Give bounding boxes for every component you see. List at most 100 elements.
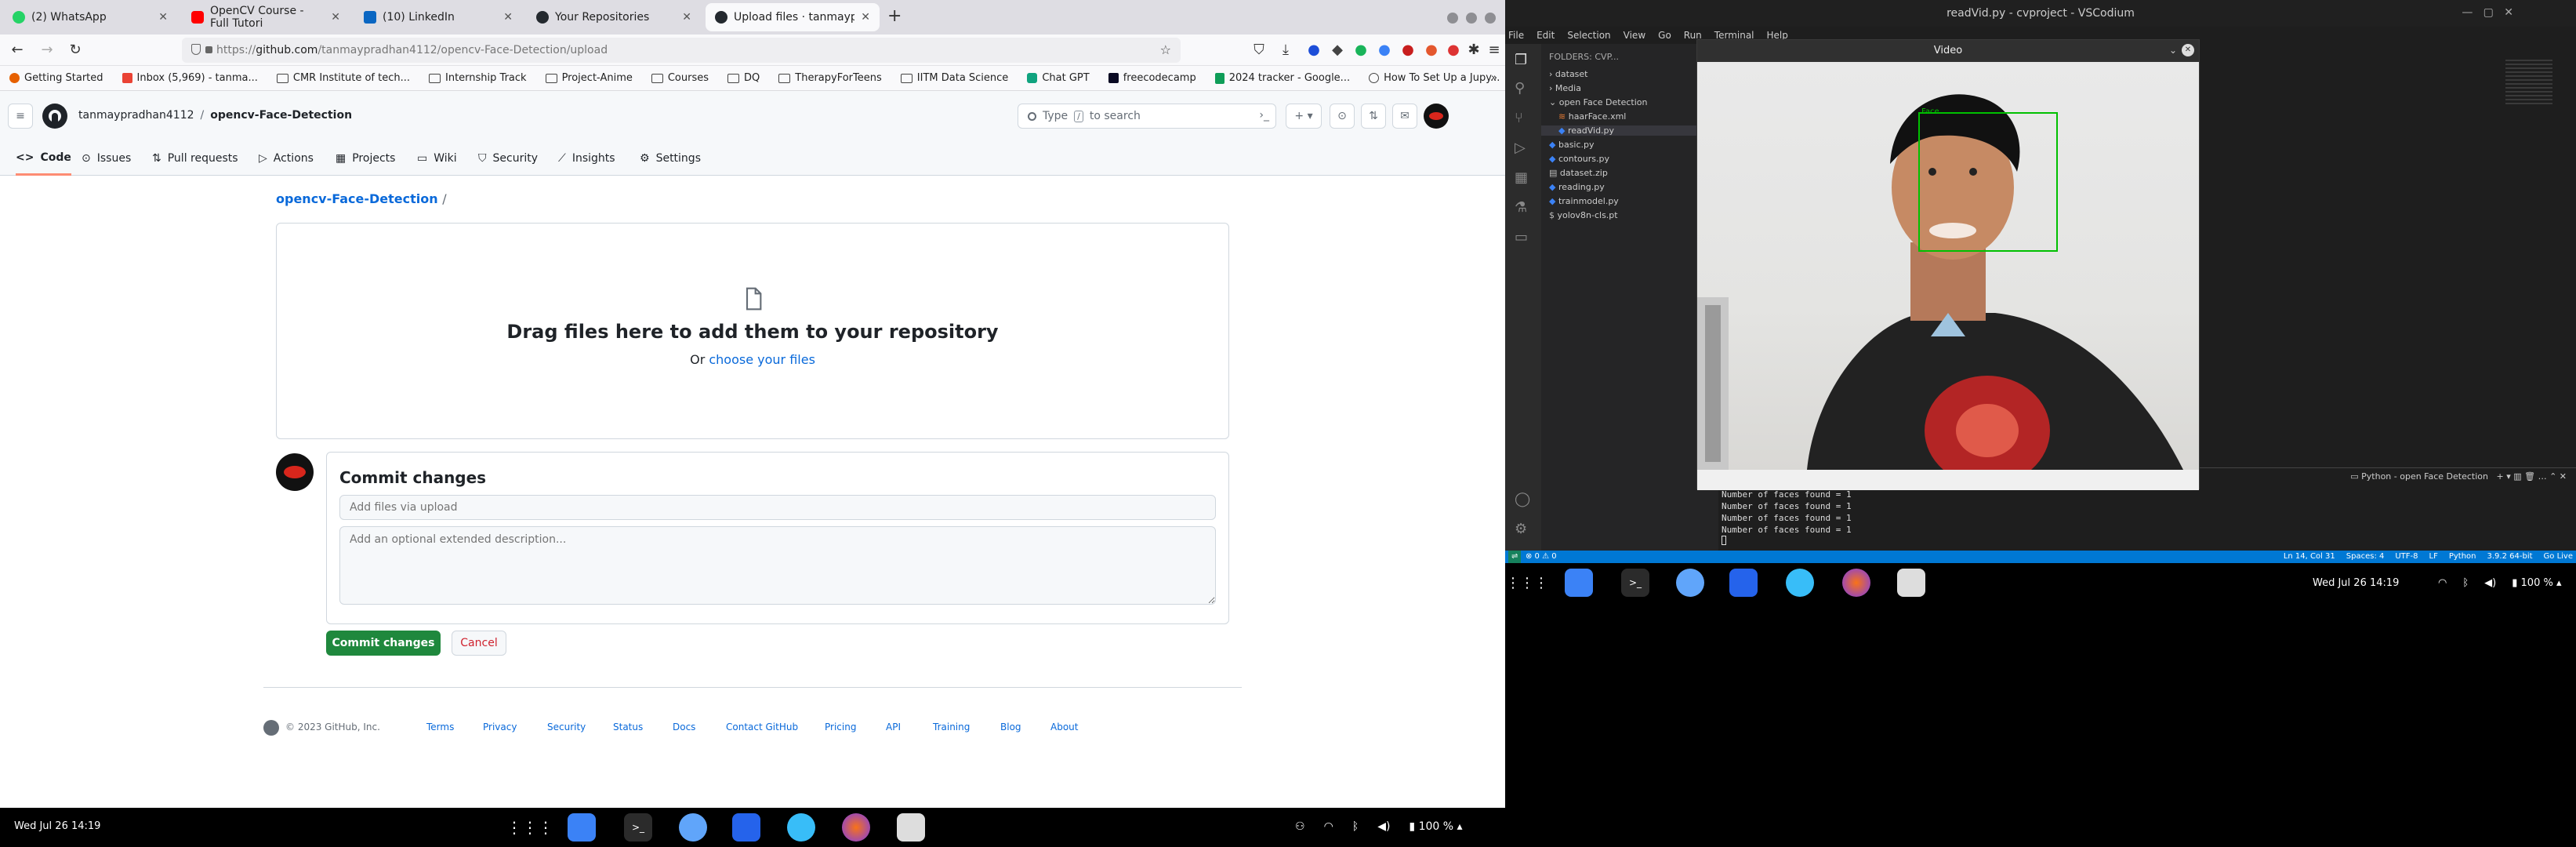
new-tab-button[interactable]: + [887,6,902,26]
bookmark-folder[interactable]: Project-Anime [545,72,633,84]
tree-item[interactable]: ≋ haarFace.xml [1558,111,1626,122]
avatar[interactable] [1424,104,1449,129]
bookmark-item[interactable]: Getting Started [9,72,103,84]
tab-security[interactable]: ⛉ Security [478,141,538,176]
tab-whatsapp[interactable]: (2) WhatsApp ✕ [3,3,177,31]
line-ending[interactable]: LF [2429,551,2438,563]
github-logo-icon[interactable] [42,104,67,129]
system-tray[interactable]: ◠ ᛒ ◀) ▮ 100 % ▴ [2438,577,2562,589]
settings-app-icon[interactable] [679,813,707,842]
explorer-icon[interactable]: ❐ [1515,52,1527,68]
tree-item-selected[interactable]: ◆ readVid.py [1541,125,1718,136]
inbox-icon[interactable]: ✉ [1392,104,1417,129]
bookmark-item[interactable]: Chat GPT [1027,72,1090,84]
indentation[interactable]: Spaces: 4 [2346,551,2385,563]
extension-icon[interactable]: ● [1306,42,1322,58]
maximize-button[interactable] [1466,13,1477,24]
search-input[interactable]: Type / to search ›_ [1018,104,1276,129]
forward-icon[interactable]: → [39,42,55,58]
video-window[interactable]: Video ⌄ ✕ Face [1696,39,2200,490]
downloads-icon[interactable]: ⤓ [1278,42,1293,58]
bookmark-folder[interactable]: IITM Data Science [900,72,1008,84]
vscodium-app-icon[interactable] [1897,569,1925,597]
pull-requests-icon[interactable]: ⇅ [1361,104,1386,129]
bookmark-folder[interactable]: CMR Institute of tech... [276,72,410,84]
footer-link-api[interactable]: API [886,722,901,732]
cursor-position[interactable]: Ln 14, Col 31 [2284,551,2335,563]
commit-description-textarea[interactable] [339,526,1216,605]
repo-owner-link[interactable]: tanmaypradhan4112 [78,109,194,122]
interpreter[interactable]: 3.9.2 64-bit [2487,551,2533,563]
close-icon[interactable]: ✕ [503,11,513,24]
bookmark-item[interactable]: Inbox (5,969) - tanma... [122,72,258,84]
messaging-app-icon[interactable] [1729,569,1758,597]
terminal-header[interactable]: ▭ Python - open Face Detection + ▾ ▥ 🗑 …… [2350,468,2567,485]
terminal-output[interactable]: Number of faces found = 1 Number of face… [1722,489,1852,545]
bookmark-folder[interactable]: Internship Track [429,72,527,84]
close-icon[interactable]: ✕ [331,11,340,24]
tab-wiki[interactable]: ▭ Wiki [417,141,457,176]
tree-item[interactable]: › Media [1549,83,1581,93]
footer-link-training[interactable]: Training [933,722,970,732]
footer-link-blog[interactable]: Blog [1000,722,1021,732]
github-mark-icon[interactable] [263,720,279,736]
menu-edit[interactable]: Edit [1537,30,1555,41]
app-grid-icon[interactable]: ⋮⋮⋮ [506,813,553,842]
browser-app-icon[interactable] [787,813,815,842]
footer-link-security[interactable]: Security [547,722,586,732]
file-manager-icon[interactable] [1565,569,1593,597]
window-controls[interactable]: — ▢ ✕ [2462,6,2513,19]
tree-item[interactable]: ◆ contours.py [1549,154,1609,164]
terminal-icon[interactable]: >_ [1621,569,1649,597]
pocket-icon[interactable]: ⛉ [1251,42,1267,58]
taskbar-clock[interactable]: Wed Jul 26 14:19 [14,820,100,832]
menu-icon[interactable]: ≡ [1486,42,1502,58]
back-icon[interactable]: ← [9,42,25,58]
gear-icon[interactable]: ⚙ [1515,521,1527,537]
repo-name-link[interactable]: opencv-Face-Detection [210,109,352,122]
close-icon[interactable]: ✕ [158,11,168,24]
tree-item[interactable]: ◆ trainmodel.py [1549,196,1619,206]
minimap[interactable] [2505,60,2552,107]
commit-message-input[interactable] [339,495,1216,520]
footer-link-privacy[interactable]: Privacy [483,722,517,732]
more-bookmarks-icon[interactable]: » [1491,72,1497,84]
close-icon[interactable]: ✕ [682,11,691,24]
tab-issues[interactable]: ⊙ Issues [82,141,131,176]
menu-selection[interactable]: Selection [1567,30,1610,41]
commit-changes-button[interactable]: Commit changes [326,631,441,656]
url-bar[interactable]: https://github.com/tanmaypradhan4112/ope… [182,38,1181,63]
extension-icon[interactable]: ● [1377,42,1392,58]
remote-icon[interactable]: ⇌ [1508,551,1522,563]
footer-link-docs[interactable]: Docs [673,722,695,732]
encoding[interactable]: UTF-8 [2395,551,2418,563]
extension-icon[interactable]: ● [1446,42,1461,58]
settings-app-icon[interactable] [1676,569,1704,597]
taskbar-clock[interactable]: Wed Jul 26 14:19 [2313,577,2399,589]
firefox-app-icon[interactable] [842,813,870,842]
minimize-button[interactable] [1447,13,1458,24]
extensions-puzzle-icon[interactable]: ✱ [1466,42,1482,58]
tree-item[interactable]: ◆ basic.py [1549,140,1595,150]
firefox-app-icon[interactable] [1842,569,1870,597]
tab-linkedin[interactable]: (10) LinkedIn ✕ [354,3,522,31]
chevron-down-icon[interactable]: ⌄ [2169,45,2177,56]
vscodium-app-icon[interactable] [897,813,925,842]
reload-icon[interactable]: ↻ [67,42,83,58]
bookmark-item[interactable]: How To Set Up a Jupy... [1369,72,1500,84]
extensions-icon[interactable]: ▦ [1515,169,1528,186]
tab-settings[interactable]: ⚙ Settings [640,141,701,176]
tree-item[interactable]: ⌄ open Face Detection [1549,97,1647,107]
app-grid-icon[interactable]: ⋮⋮⋮ [1506,569,1548,597]
run-debug-icon[interactable]: ▷ [1515,140,1526,156]
bookmark-folder[interactable]: TherapyForTeens [778,72,882,84]
file-manager-icon[interactable] [568,813,596,842]
grammarly-icon[interactable]: ● [1353,42,1369,58]
tab-your-repositories[interactable]: Your Repositories ✕ [527,3,701,31]
extension-icon[interactable]: ● [1424,42,1439,58]
menu-go[interactable]: Go [1658,30,1671,41]
create-new-button[interactable]: + ▾ [1286,104,1322,129]
file-drop-zone[interactable]: Drag files here to add them to your repo… [276,223,1229,439]
footer-link-status[interactable]: Status [613,722,643,732]
extension-icon[interactable]: ● [1400,42,1416,58]
